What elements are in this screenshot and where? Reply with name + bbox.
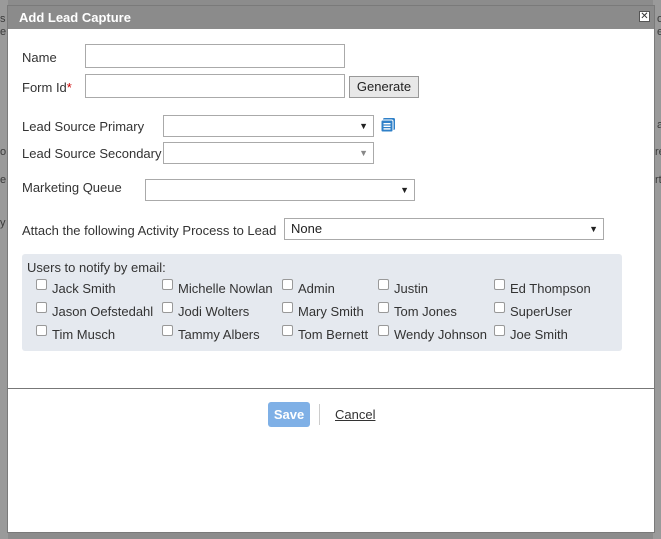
user-name: Mary Smith: [298, 304, 364, 319]
footer-divider: [8, 388, 654, 389]
dialog-titlebar[interactable]: Add Lead Capture ✕: [8, 6, 654, 29]
notify-users-panel: Users to notify by email: Jack Smith Mic…: [22, 254, 622, 351]
checkbox[interactable]: [162, 325, 173, 336]
checkbox[interactable]: [494, 279, 505, 290]
cancel-link[interactable]: Cancel: [335, 407, 375, 422]
lead-source-secondary-label: Lead Source Secondary: [22, 146, 162, 161]
activity-process-label: Attach the following Activity Process to…: [22, 223, 277, 238]
checkbox[interactable]: [162, 279, 173, 290]
button-separator: [319, 404, 320, 425]
user-name: Tammy Albers: [178, 327, 260, 342]
background-text-fragment: e: [0, 26, 7, 38]
chevron-down-icon: ▼: [359, 148, 368, 158]
user-name: Ed Thompson: [510, 281, 591, 296]
background-text-fragment: a: [657, 119, 661, 131]
user-name: Joe Smith: [510, 327, 568, 342]
user-name: Tom Bernett: [298, 327, 369, 342]
activity-process-value: None: [291, 221, 323, 236]
user-name: Tim Musch: [52, 327, 116, 342]
background-text-fragment: e: [0, 174, 7, 186]
checkbox[interactable]: [36, 325, 47, 336]
name-input[interactable]: [85, 44, 345, 68]
checkbox[interactable]: [494, 325, 505, 336]
checkbox[interactable]: [36, 302, 47, 313]
add-lead-capture-dialog: Add Lead Capture ✕ Name Form Id* Generat…: [7, 5, 655, 533]
user-name: Jason Oefstedahl: [52, 304, 154, 319]
chevron-down-icon: ▼: [400, 185, 409, 195]
checkbox[interactable]: [162, 302, 173, 313]
activity-process-select[interactable]: None ▼: [284, 218, 604, 240]
user-name: Wendy Johnson: [394, 327, 487, 342]
checkbox[interactable]: [378, 325, 389, 336]
save-button[interactable]: Save: [268, 402, 310, 427]
background-text-fragment: o: [0, 146, 7, 158]
chevron-down-icon: ▼: [359, 121, 368, 131]
background-text-fragment: o: [657, 13, 661, 25]
required-marker: *: [66, 80, 72, 95]
checkbox[interactable]: [378, 279, 389, 290]
checkbox[interactable]: [36, 279, 47, 290]
dialog-title: Add Lead Capture: [19, 10, 131, 25]
chevron-down-icon: ▼: [589, 224, 598, 234]
lead-source-primary-label: Lead Source Primary: [22, 119, 145, 134]
user-name: Tom Jones: [394, 304, 457, 319]
list-manage-icon[interactable]: [380, 117, 396, 133]
user-name: Jodi Wolters: [178, 304, 250, 319]
background-text-fragment: y: [0, 217, 6, 229]
background-text-fragment: e: [657, 26, 661, 38]
background-text-fragment: re: [655, 146, 661, 158]
form-id-input[interactable]: [85, 74, 345, 98]
user-name: SuperUser: [510, 304, 573, 319]
checkbox[interactable]: [494, 302, 505, 313]
name-label: Name: [22, 50, 57, 65]
marketing-queue-label: Marketing Queue: [22, 180, 122, 195]
checkbox[interactable]: [282, 279, 293, 290]
lead-source-secondary-select[interactable]: ▼: [163, 142, 374, 164]
marketing-queue-select[interactable]: ▼: [145, 179, 415, 201]
notify-users-title: Users to notify by email:: [27, 260, 166, 275]
user-name: Admin: [298, 281, 335, 296]
user-name: Michelle Nowlan: [178, 281, 273, 296]
close-icon[interactable]: ✕: [639, 11, 650, 22]
form-id-label: Form Id*: [22, 80, 72, 95]
checkbox[interactable]: [282, 302, 293, 313]
background-text-fragment: rt: [655, 174, 661, 186]
checkbox[interactable]: [282, 325, 293, 336]
background-text-fragment: s: [0, 13, 6, 25]
user-name: Justin: [394, 281, 428, 296]
checkbox[interactable]: [378, 302, 389, 313]
lead-source-primary-select[interactable]: ▼: [163, 115, 374, 137]
generate-button[interactable]: Generate: [349, 76, 419, 98]
user-name: Jack Smith: [52, 281, 116, 296]
